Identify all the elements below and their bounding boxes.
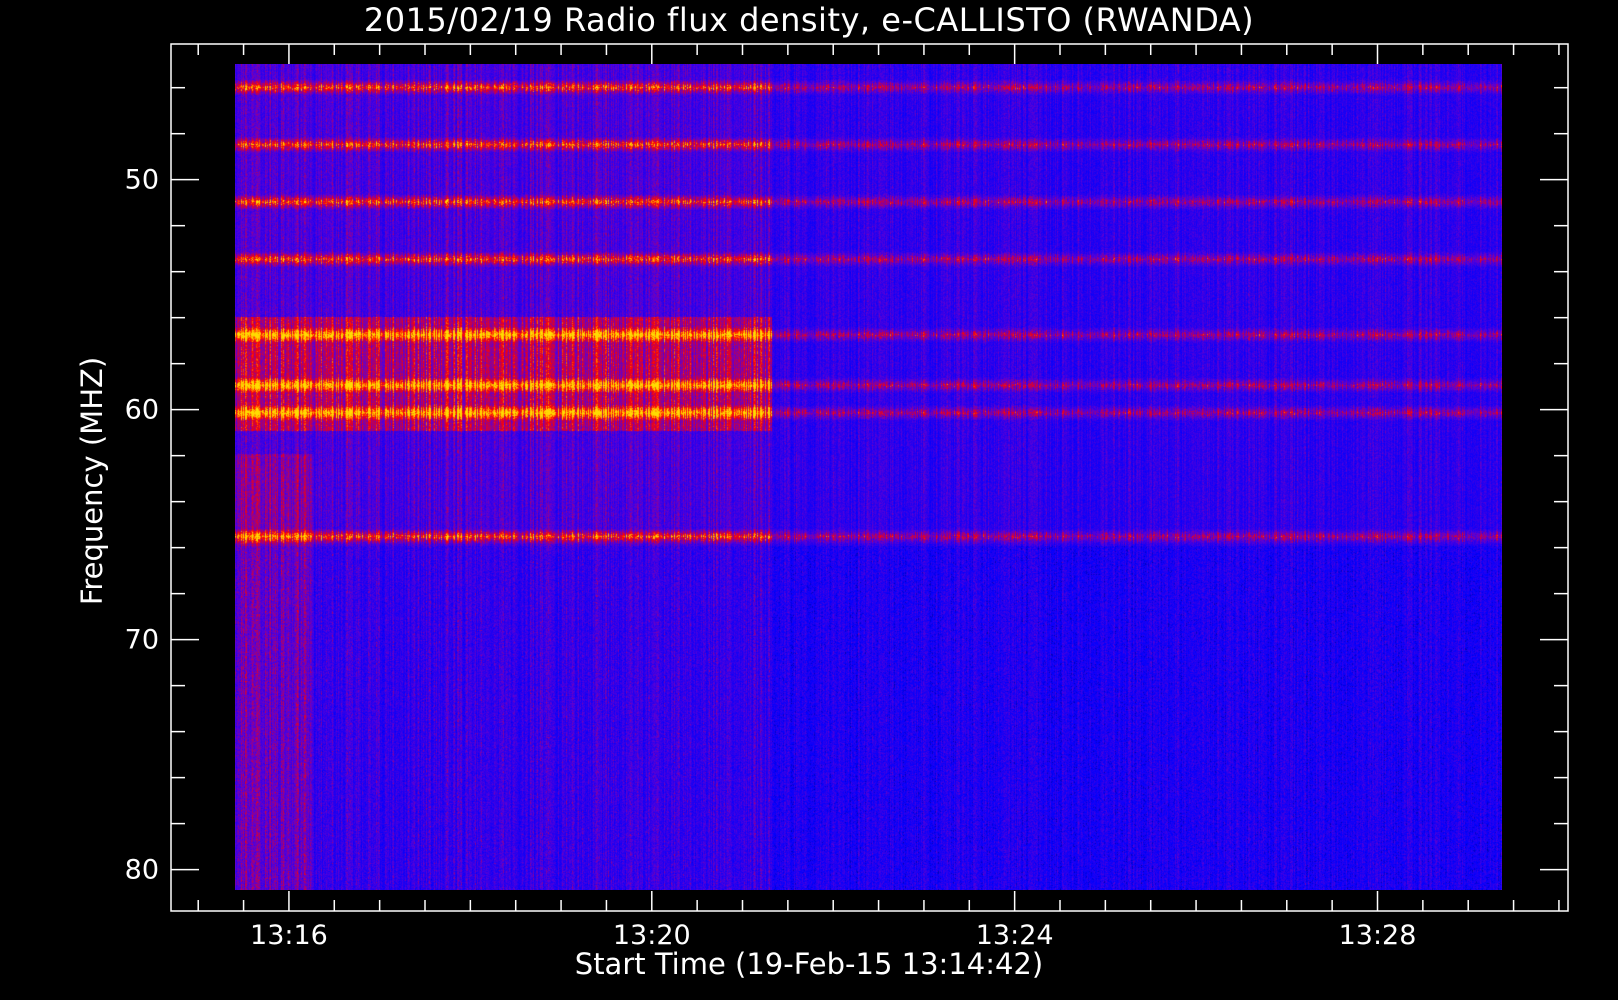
y-tick-label: 50: [125, 165, 159, 196]
y-tick-label: 80: [125, 855, 159, 886]
y-axis-label: Frequency (MHZ): [75, 356, 109, 606]
y-tick-label: 60: [125, 395, 159, 426]
y-tick-label: 70: [125, 625, 159, 656]
x-axis-label: Start Time (19-Feb-15 13:14:42): [574, 947, 1044, 981]
spectrogram-image: [235, 64, 1502, 890]
chart-title: 2015/02/19 Radio flux density, e-CALLIST…: [363, 1, 1255, 39]
